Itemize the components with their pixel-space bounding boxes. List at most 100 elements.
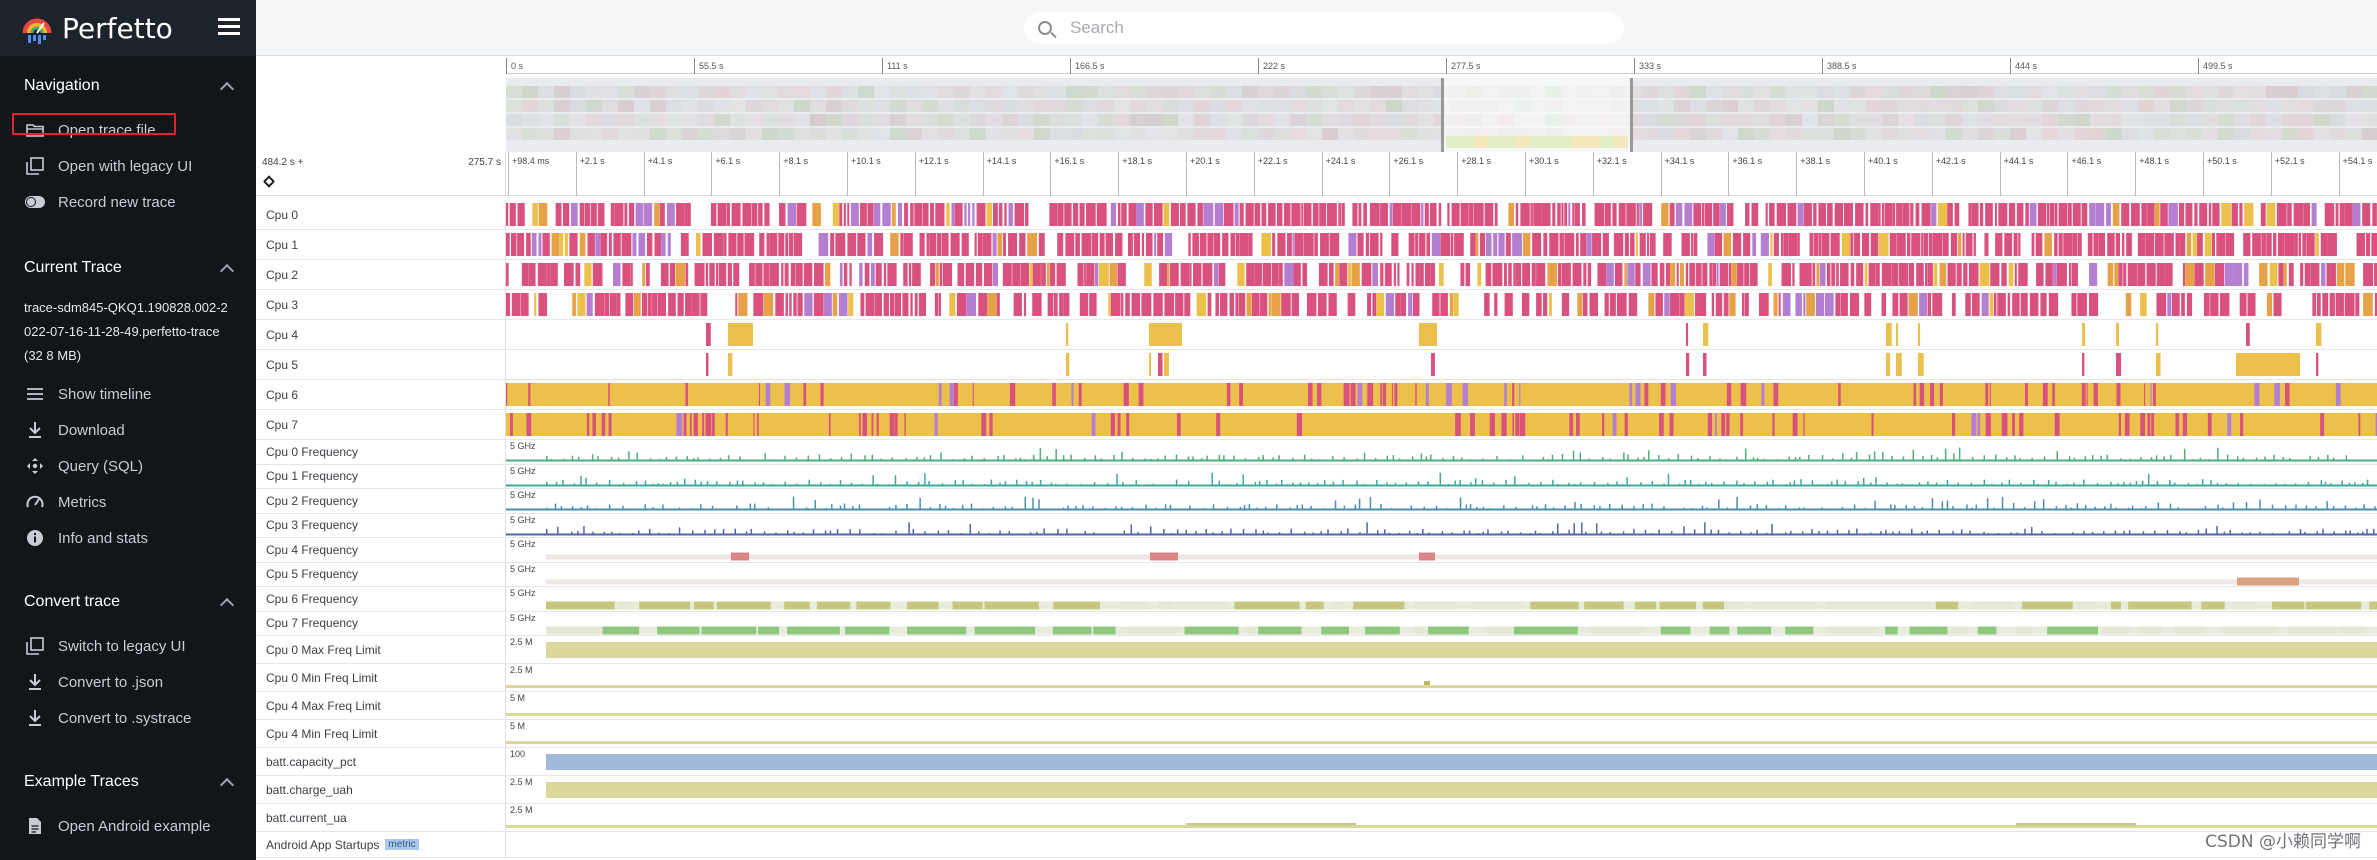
sidebar-item-convert-json[interactable]: Convert to .json: [0, 664, 256, 700]
search-input[interactable]: [1070, 18, 1590, 38]
sidebar-item-metrics[interactable]: Metrics: [0, 484, 256, 520]
track-content[interactable]: 5 GHz: [506, 465, 2377, 489]
sidebar-item-convert-systrace[interactable]: Convert to .systrace: [0, 700, 256, 736]
track-label[interactable]: Cpu 6: [256, 380, 506, 409]
track-label[interactable]: Android App Startups metric: [256, 832, 506, 857]
track-row[interactable]: Cpu 4 Frequency 5 GHz: [256, 538, 2377, 563]
track-label[interactable]: Cpu 5: [256, 350, 506, 379]
section-header-current-trace[interactable]: Current Trace: [0, 246, 256, 290]
track-label[interactable]: Cpu 4 Min Freq Limit: [256, 720, 506, 747]
sidebar-item-switch-legacy-ui[interactable]: Switch to legacy UI: [0, 628, 256, 664]
track-label[interactable]: Cpu 0: [256, 200, 506, 229]
collapse-all-icon[interactable]: [262, 174, 276, 190]
track-content[interactable]: 2.5 M: [506, 664, 2377, 691]
track-content[interactable]: 5 GHz: [506, 612, 2377, 636]
track-content[interactable]: 2.5 M: [506, 804, 2377, 831]
section-header-convert-trace[interactable]: Convert trace: [0, 576, 256, 628]
sidebar-item-query-sql[interactable]: Query (SQL): [0, 448, 256, 484]
track-row[interactable]: Cpu 1 Frequency 5 GHz: [256, 464, 2377, 489]
track-content[interactable]: 100: [506, 748, 2377, 775]
track-slice: [1935, 482, 1938, 486]
track-row[interactable]: Cpu 2 Frequency 5 GHz: [256, 489, 2377, 514]
track-content[interactable]: 5 GHz: [506, 563, 2377, 587]
track-row[interactable]: Cpu 2: [256, 260, 2377, 290]
track-label[interactable]: batt.current_ua: [256, 804, 506, 831]
hamburger-menu-icon[interactable]: [218, 18, 240, 36]
track-label[interactable]: Cpu 2 Frequency: [256, 489, 506, 513]
track-row[interactable]: Cpu 6: [256, 380, 2377, 410]
track-row[interactable]: batt.current_ua 2.5 M: [256, 804, 2377, 832]
sidebar-item-record-new-trace[interactable]: Record new trace: [0, 184, 256, 220]
overview-selection-window[interactable]: [1441, 78, 1633, 152]
track-label[interactable]: Cpu 2: [256, 260, 506, 289]
track-slice: [1239, 506, 1242, 511]
track-content[interactable]: [506, 290, 2377, 319]
track-row[interactable]: Cpu 4: [256, 320, 2377, 350]
sidebar-item-download[interactable]: Download: [0, 412, 256, 448]
track-row[interactable]: Cpu 0 Max Freq Limit 2.5 M: [256, 636, 2377, 664]
track-row[interactable]: Cpu 4 Min Freq Limit 5 M: [256, 720, 2377, 748]
track-row[interactable]: Cpu 7 Frequency 5 GHz: [256, 611, 2377, 636]
track-slice: [1507, 530, 1509, 535]
track-content[interactable]: 2.5 M: [506, 636, 2377, 663]
sidebar-item-info-and-stats[interactable]: Info and stats: [0, 520, 256, 556]
track-content[interactable]: 5 M: [506, 720, 2377, 747]
track-row[interactable]: Cpu 3 Frequency 5 GHz: [256, 513, 2377, 538]
track-label[interactable]: Cpu 4: [256, 320, 506, 349]
track-content[interactable]: [506, 260, 2377, 289]
overview-heatmap[interactable]: [506, 78, 2377, 152]
track-row[interactable]: Cpu 5 Frequency 5 GHz: [256, 562, 2377, 587]
track-label[interactable]: Cpu 6 Frequency: [256, 587, 506, 611]
track-label[interactable]: Cpu 1 Frequency: [256, 464, 506, 488]
track-row[interactable]: Cpu 3: [256, 290, 2377, 320]
track-label[interactable]: Cpu 0 Max Freq Limit: [256, 636, 506, 663]
sidebar-item-open-trace-file[interactable]: Open trace file: [0, 112, 256, 148]
track-content[interactable]: 2.5 M: [506, 776, 2377, 803]
track-label[interactable]: Cpu 4 Max Freq Limit: [256, 692, 506, 719]
sidebar-item-open-legacy-ui[interactable]: Open with legacy UI: [0, 148, 256, 184]
track-content[interactable]: [506, 320, 2377, 349]
track-content[interactable]: 5 GHz: [506, 514, 2377, 538]
track-slice: [1180, 263, 1190, 286]
overview-timeline[interactable]: 0 s 55.5 s 111 s 166.5 s 222 s 277.5 s 333 s 38…: [256, 56, 2377, 152]
track-label[interactable]: Cpu 0 Min Freq Limit: [256, 664, 506, 691]
track-label[interactable]: Cpu 7 Frequency: [256, 611, 506, 635]
overview-heat-cell: [922, 114, 938, 126]
track-row[interactable]: Cpu 6 Frequency 5 GHz: [256, 587, 2377, 612]
track-row[interactable]: Android App Startups metric: [256, 832, 2377, 858]
track-row[interactable]: Cpu 0: [256, 200, 2377, 230]
section-header-navigation[interactable]: Navigation: [0, 60, 256, 112]
track-label[interactable]: Cpu 1: [256, 230, 506, 259]
sidebar-item-show-timeline[interactable]: Show timeline: [0, 376, 256, 412]
track-content[interactable]: [506, 410, 2377, 439]
track-content[interactable]: [506, 230, 2377, 259]
track-row[interactable]: Cpu 0 Frequency 5 GHz: [256, 440, 2377, 465]
track-row[interactable]: Cpu 1: [256, 230, 2377, 260]
track-row[interactable]: batt.capacity_pct 100: [256, 748, 2377, 776]
track-label[interactable]: batt.charge_uah: [256, 776, 506, 803]
track-label[interactable]: Cpu 3: [256, 290, 506, 319]
track-label[interactable]: Cpu 7: [256, 410, 506, 439]
track-content[interactable]: [506, 380, 2377, 409]
track-row[interactable]: batt.charge_uah 2.5 M: [256, 776, 2377, 804]
track-label[interactable]: Cpu 3 Frequency: [256, 513, 506, 537]
track-content[interactable]: [506, 832, 2377, 857]
track-content[interactable]: 5 GHz: [506, 489, 2377, 513]
track-label[interactable]: Cpu 4 Frequency: [256, 538, 506, 562]
track-row[interactable]: Cpu 5: [256, 350, 2377, 380]
track-label[interactable]: batt.capacity_pct: [256, 748, 506, 775]
search-box[interactable]: [1024, 12, 1624, 44]
track-content[interactable]: [506, 350, 2377, 379]
track-content[interactable]: 5 M: [506, 692, 2377, 719]
track-label[interactable]: Cpu 0 Frequency: [256, 440, 506, 464]
track-row[interactable]: Cpu 4 Max Freq Limit 5 M: [256, 692, 2377, 720]
track-content[interactable]: 5 GHz: [506, 538, 2377, 562]
section-header-example-traces[interactable]: Example Traces: [0, 756, 256, 808]
track-content[interactable]: 5 GHz: [506, 587, 2377, 611]
track-row[interactable]: Cpu 7: [256, 410, 2377, 440]
track-content[interactable]: [506, 200, 2377, 229]
track-row[interactable]: Cpu 0 Min Freq Limit 2.5 M: [256, 664, 2377, 692]
track-label[interactable]: Cpu 5 Frequency: [256, 562, 506, 586]
track-content[interactable]: 5 GHz: [506, 440, 2377, 464]
sidebar-item-open-android-example[interactable]: Open Android example: [0, 808, 256, 844]
